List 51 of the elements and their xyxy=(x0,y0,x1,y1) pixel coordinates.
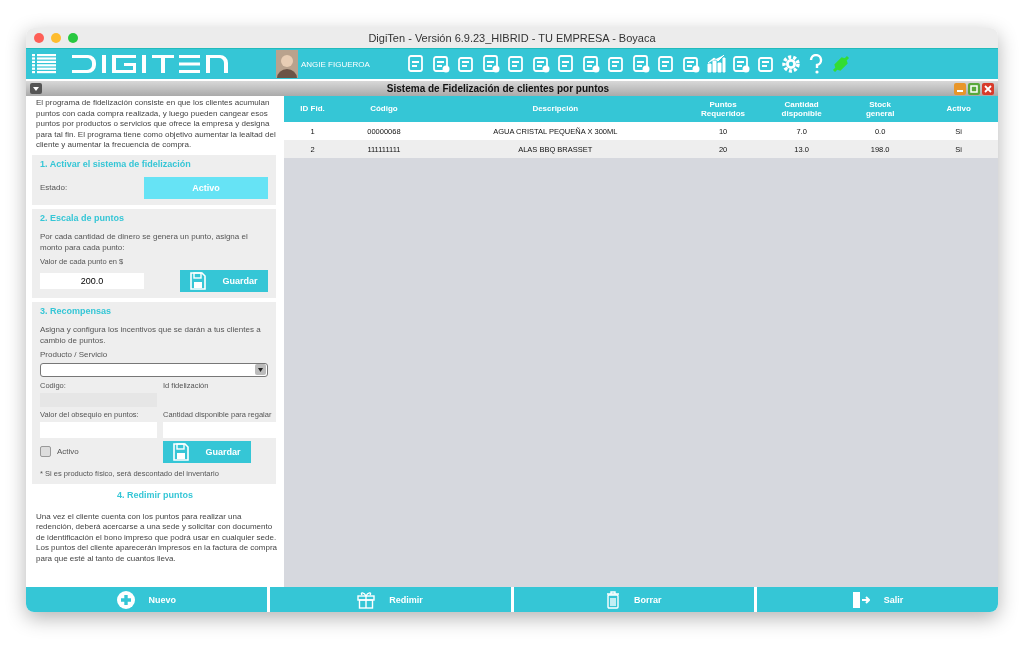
add-button[interactable]: Nuevo xyxy=(26,587,267,612)
description-text: Una vez el cliente cuenta con los puntos para realizar una redención, deberá acercarse a una sede y solicitar con documento de identificación el bono impreso que podrá usar en cualquier sede. Los puntos del cliente aparecerán impresos en la factura de compra para que esté al tanto de cuantos lleva. xyxy=(36,511,279,564)
section-heading: 3. Recompensas xyxy=(40,305,113,316)
user-name: ANGIE FIGUEROA xyxy=(301,59,370,69)
section-heading: 2. Escala de puntos xyxy=(40,212,126,223)
trash-button[interactable]: Borrar xyxy=(513,587,755,612)
column-header: Cantidad disponible xyxy=(780,99,823,119)
point-value-field[interactable]: 200.0 xyxy=(40,272,144,289)
status-label: Estado: xyxy=(40,183,68,192)
plus-icon xyxy=(116,590,135,609)
trash-icon xyxy=(606,590,621,609)
logo-icon xyxy=(72,55,228,73)
description-text: Por cada cantidad de dinero se genera un punto, asigna el monto para cada punto: xyxy=(40,230,249,253)
minimize-icon[interactable] xyxy=(954,82,966,95)
floppy-icon xyxy=(173,442,190,461)
column-header: ID Fid. xyxy=(299,104,326,114)
avatar-icon xyxy=(276,50,298,78)
close-icon[interactable] xyxy=(982,82,994,95)
minimize-icon[interactable] xyxy=(51,33,61,43)
column-header: Puntos Requeridos xyxy=(700,99,747,119)
gift-icon xyxy=(357,590,376,609)
checkbox[interactable] xyxy=(40,446,51,457)
chart-icon[interactable] xyxy=(705,54,726,74)
description-text: Asigna y configura los incentivos que se darán a tus clientes a cambio de puntos. xyxy=(40,323,262,346)
status-toggle[interactable]: Activo xyxy=(144,176,268,199)
maximize-icon[interactable] xyxy=(68,33,78,43)
window-title: DigiTen - Versión 6.9.23_HIBRID - TU EMPRESA - Boyaca xyxy=(368,32,656,44)
column-header: Activo xyxy=(945,104,972,114)
column-header: Código xyxy=(369,104,399,114)
settings-icon[interactable] xyxy=(780,54,801,74)
menu-icon[interactable] xyxy=(32,54,56,74)
column-header: Stock general xyxy=(864,99,896,119)
save-button[interactable]: Guardar xyxy=(163,440,251,463)
section-heading: 4. Redimir puntos xyxy=(116,489,194,500)
column-header: Descripción xyxy=(531,104,580,114)
section-heading: 1. Activar el sistema de fidelización xyxy=(40,158,192,169)
dropdown-icon xyxy=(255,364,266,375)
plug-icon[interactable] xyxy=(830,54,851,74)
exit-button[interactable]: Salir xyxy=(757,587,998,612)
product-dropdown[interactable] xyxy=(40,362,268,377)
restore-icon[interactable] xyxy=(968,82,980,95)
active-checkbox[interactable]: Activo xyxy=(40,446,157,457)
panel-title: Sistema de Fidelización de clientes por puntos xyxy=(385,83,611,94)
intro-text: El programa de fidelización consiste en que los clientes acumulan puntos con cada compra realizada, y luego pueden cangear esos puntos por productos o servicios que ofrece la empresa y designa para tal fin. El programa tiene como objetivo aumentar la lealtad del cliente y aumentar la frecuencia de compra. xyxy=(36,98,277,151)
floppy-icon xyxy=(190,271,207,290)
save-button[interactable]: Guardar xyxy=(180,269,268,292)
field-label: Producto / Servicio xyxy=(40,349,109,359)
dropdown-icon[interactable] xyxy=(30,83,42,94)
exit-door-icon xyxy=(851,590,870,609)
close-icon[interactable] xyxy=(34,33,44,43)
gift-button[interactable]: Redimir xyxy=(269,587,511,612)
